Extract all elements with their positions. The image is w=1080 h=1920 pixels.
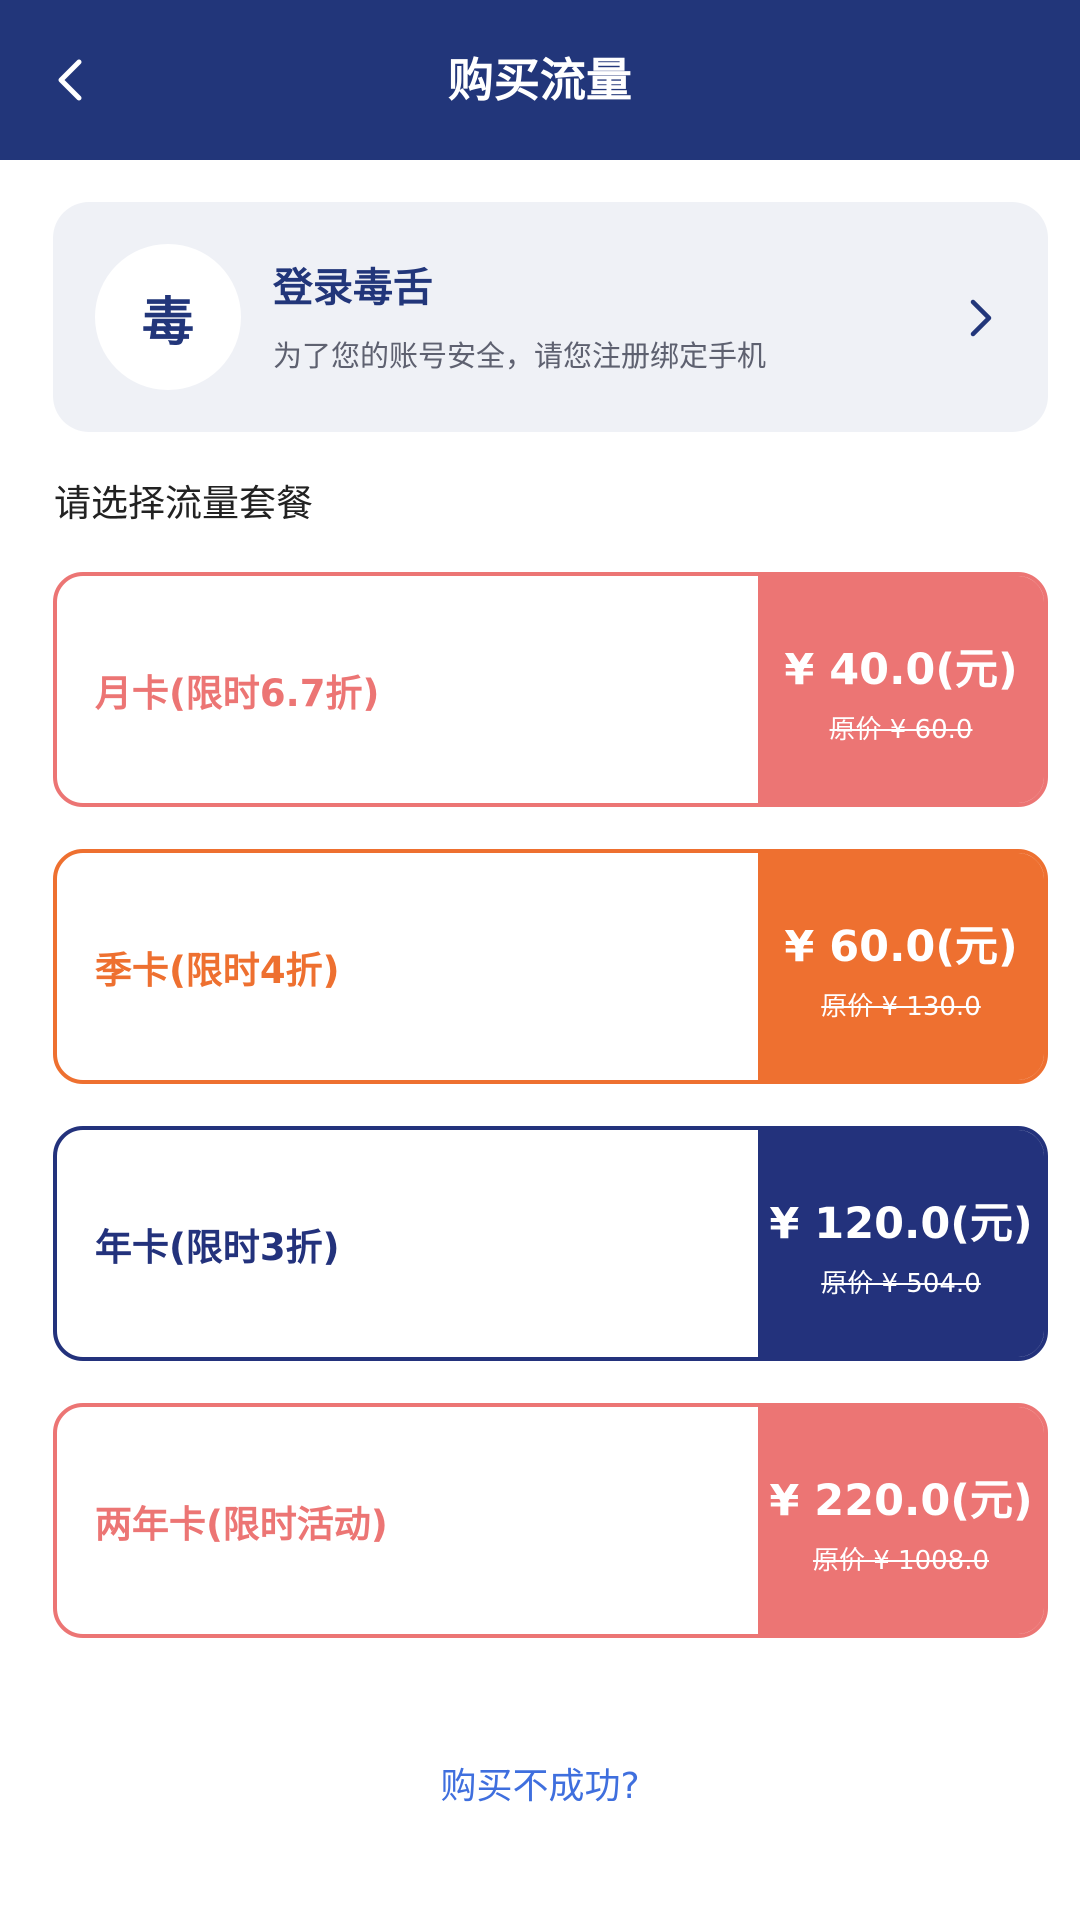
plan-price-box: ¥ 40.0(元) 原价 ¥ 60.0 [758, 576, 1044, 803]
help-link-row: 购买不成功? [0, 1762, 1080, 1812]
plan-price-box: ¥ 60.0(元) 原价 ¥ 130.0 [758, 853, 1044, 1080]
plan-price: ¥ 40.0(元) [784, 645, 1018, 695]
plan-price: ¥ 120.0(元) [769, 1199, 1033, 1249]
plan-price: ¥ 60.0(元) [784, 922, 1018, 972]
login-card[interactable]: 毒 登录毒舌 为了您的账号安全，请您注册绑定手机 [53, 202, 1048, 432]
plan-name: 季卡(限时4折) [95, 948, 340, 992]
plan-card-quarterly[interactable]: 季卡(限时4折) ¥ 60.0(元) 原价 ¥ 130.0 [53, 849, 1048, 1084]
plan-card-monthly[interactable]: 月卡(限时6.7折) ¥ 40.0(元) 原价 ¥ 60.0 [53, 572, 1048, 807]
plan-card-yearly[interactable]: 年卡(限时3折) ¥ 120.0(元) 原价 ¥ 504.0 [53, 1126, 1048, 1361]
plan-original-price: 原价 ¥ 1008.0 [812, 1546, 990, 1576]
page-title: 购买流量 [448, 53, 632, 107]
plan-name: 两年卡(限时活动) [95, 1502, 388, 1546]
nav-bar: 购买流量 [0, 0, 1080, 160]
purchase-failed-link[interactable]: 购买不成功? [440, 1766, 639, 1807]
plan-name: 月卡(限时6.7折) [95, 671, 380, 715]
plan-price: ¥ 220.0(元) [769, 1476, 1033, 1526]
chevron-right-icon [970, 299, 992, 337]
plan-name: 年卡(限时3折) [95, 1225, 340, 1269]
section-label: 请选择流量套餐 [54, 482, 313, 525]
plan-original-price: 原价 ¥ 504.0 [821, 1269, 981, 1299]
login-subtitle: 为了您的账号安全，请您注册绑定手机 [273, 339, 767, 373]
plan-price-box: ¥ 120.0(元) 原价 ¥ 504.0 [758, 1130, 1044, 1357]
plan-original-price: 原价 ¥ 60.0 [829, 715, 973, 745]
plan-card-two-year[interactable]: 两年卡(限时活动) ¥ 220.0(元) 原价 ¥ 1008.0 [53, 1403, 1048, 1638]
plan-original-price: 原价 ¥ 130.0 [821, 992, 981, 1022]
avatar: 毒 [95, 244, 241, 390]
plan-price-box: ¥ 220.0(元) 原价 ¥ 1008.0 [758, 1407, 1044, 1634]
login-title: 登录毒舌 [273, 265, 433, 311]
